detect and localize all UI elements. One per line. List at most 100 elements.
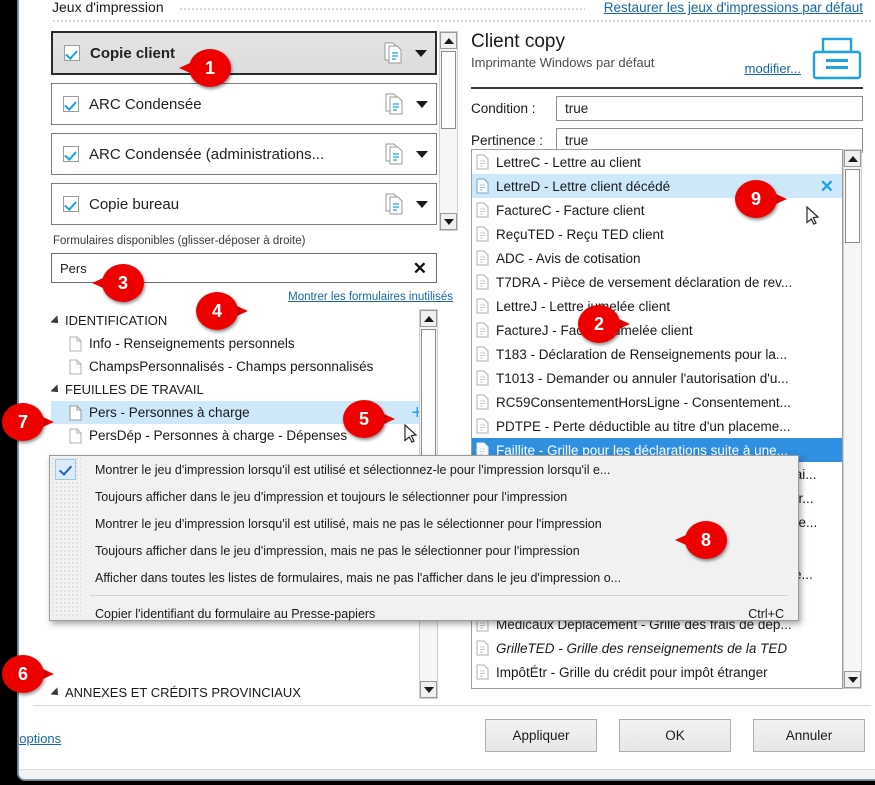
context-menu-shortcut: Ctrl+C [748,606,784,621]
tree-item[interactable]: ChampsPersonnalisés - Champs personnalis… [51,355,437,378]
tree-item-label: Info - Renseignements personnels [89,336,295,351]
form-row[interactable]: T7DRA - Pièce de versement déclaration d… [472,270,842,294]
file-icon [476,418,489,434]
ok-button[interactable]: OK [619,719,731,752]
condition-input[interactable]: true [556,95,863,121]
apply-button[interactable]: Appliquer [485,719,597,752]
expander-icon[interactable] [51,383,62,396]
file-icon [476,346,489,362]
file-icon [476,250,489,266]
form-row[interactable]: GrilleTED - Grille des renseignements de… [472,636,842,660]
scrollbar-thumb[interactable] [845,169,860,243]
callout-number: 2 [593,313,604,334]
print-set-scrollbar[interactable] [439,31,458,231]
tree-item-label: ChampsPersonnalisés - Champs personnalis… [89,359,374,374]
scroll-up-button[interactable] [440,32,457,49]
file-icon [476,370,489,386]
scroll-down-button[interactable] [420,681,437,698]
print-set-row[interactable]: Copie bureau [51,183,437,225]
form-row[interactable]: RC59ConsentementHorsLigne - Consentement… [472,390,842,414]
document-icon [383,42,403,64]
checkbox-checked-icon[interactable] [63,196,79,212]
context-menu-item[interactable]: Afficher dans toutes les listes de formu… [50,564,798,591]
tree-group-label: FEUILLES DE TRAVAIL [65,382,204,397]
modify-printer-link[interactable]: modifier... [745,61,801,76]
document-icon [384,143,404,165]
print-set-label: Copie bureau [89,195,180,213]
available-forms-label: Formulaires disponibles (glisser-déposer… [53,235,306,247]
restore-defaults-link[interactable]: Restaurer les jeux d'impressions par déf… [604,0,863,15]
checkbox-checked-icon[interactable] [63,146,79,162]
form-row-label: LettreC - Lettre au client [496,154,641,170]
form-row[interactable]: LettreC - Lettre au client [472,150,842,174]
dialog-bottom-strip [19,769,875,779]
context-menu-item[interactable]: Montrer le jeu d'impression lorsqu'il es… [50,456,798,483]
checkbox-checked-icon[interactable] [64,45,80,61]
checkbox-checked-icon[interactable] [63,96,79,112]
form-row[interactable]: ReçuTED - Reçu TED client [472,222,842,246]
context-menu-item[interactable]: Copier l'identifiant du formulaire au Pr… [50,600,798,627]
header-dot-rule [179,7,585,10]
file-icon [69,405,82,421]
form-row[interactable]: ADC - Avis de cotisation [472,246,842,270]
document-icon [384,193,404,215]
context-menu-item[interactable]: Toujours afficher dans le jeu d'impressi… [50,483,798,510]
file-icon [476,202,489,218]
tree-item[interactable]: Info - Renseignements personnels [51,332,437,355]
callout-marker: 6 [2,655,54,693]
print-set-row[interactable]: ARC Condensée (administrations... [51,133,437,175]
tree-group-label: IDENTIFICATION [65,313,168,328]
tree-group[interactable]: ANNEXES ET CRÉDITS PROVINCIAUX [51,681,437,699]
form-row-label: PDTPE - Perte déductible au titre d'un p… [496,418,791,434]
scroll-down-button[interactable] [844,671,861,688]
callout-number: 9 [750,188,761,209]
print-set-row[interactable]: Copie client [51,31,437,75]
scrollbar-thumb[interactable] [421,329,436,469]
print-set-list[interactable]: Copie client ARC Condensée ARC Condensée… [51,31,437,231]
form-row[interactable]: FactureJ - Facture jumelée client [472,318,842,342]
options-link[interactable]: les options [19,731,61,746]
callout-marker: 7 [2,403,54,441]
clear-search-icon[interactable]: ✕ [413,260,427,277]
form-row-label: RC59ConsentementHorsLigne - Consentement… [496,394,791,410]
file-icon [69,336,82,352]
form-row-label: ImpôtÉtr - Grille du crédit pour impôt é… [496,664,768,680]
dialog-buttons: Appliquer OK Annuler [463,719,865,752]
scroll-up-button[interactable] [844,150,861,167]
chevron-down-icon[interactable] [416,200,428,208]
form-row[interactable]: T1013 - Demander ou annuler l'autorisati… [472,366,842,390]
context-menu-item-label: Afficher dans toutes les listes de formu… [95,570,622,585]
condition-row: Condition : true [471,95,863,121]
form-row-label: T1013 - Demander ou annuler l'autorisati… [496,370,789,386]
callout-marker: 3 [92,264,144,302]
triangle-down-icon [847,676,858,683]
print-set-row[interactable]: ARC Condensée [51,83,437,125]
expander-icon[interactable] [51,314,62,327]
form-row[interactable]: T183 - Déclaration de Renseignements pou… [472,342,842,366]
scrollbar-thumb[interactable] [441,51,456,129]
form-row-label: ReçuTED - Reçu TED client [496,226,664,242]
print-set-label: ARC Condensée (administrations... [89,145,325,163]
chevron-down-icon[interactable] [415,49,427,57]
form-row[interactable]: PDTPE - Perte déductible au titre d'un p… [472,414,842,438]
triangle-up-icon [443,37,454,44]
forms-list-scrollbar[interactable] [843,149,862,689]
file-icon [476,154,489,170]
remove-form-icon[interactable]: ✕ [820,178,834,195]
chevron-down-icon[interactable] [416,150,428,158]
show-unused-forms-link[interactable]: Montrer les formulaires inutilisés [288,291,453,303]
tree-group[interactable]: FEUILLES DE TRAVAIL [51,378,437,401]
cancel-button[interactable]: Annuler [753,719,865,752]
print-set-label: Copie client [90,44,176,62]
callout-marker: 5 [343,400,395,438]
callout-marker: 4 [196,292,248,330]
scroll-up-button[interactable] [420,310,437,327]
form-row[interactable]: ImpôtÉtr - Grille du crédit pour impôt é… [472,660,842,684]
callout-number: 1 [204,57,215,78]
chevron-down-icon[interactable] [416,100,428,108]
callout-marker: 8 [675,521,727,559]
form-row[interactable]: LettreJ - Lettre jumelée client [472,294,842,318]
scroll-down-button[interactable] [440,213,457,230]
screenshot-root: Jeux d'impression Restaurer les jeux d'i… [0,0,875,785]
callout-number: 5 [358,408,369,429]
